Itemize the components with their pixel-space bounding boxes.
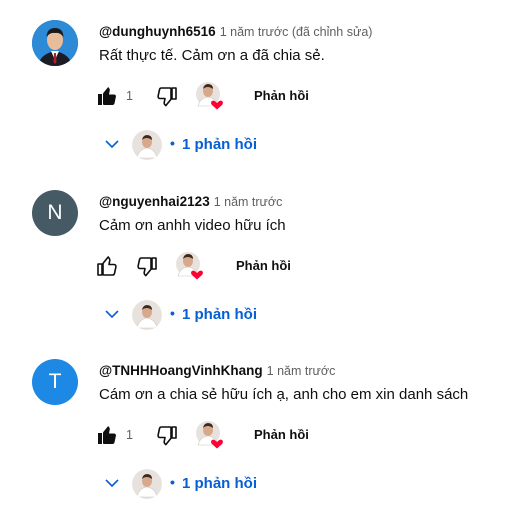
avatar-letter: N xyxy=(47,201,63,224)
separator-dot: • xyxy=(170,305,175,321)
dislike-button[interactable] xyxy=(135,254,159,278)
comment-actions: 1 Phản hồi xyxy=(95,420,355,450)
comment-header: @TNHHHoangVinhKhang 1 năm trước xyxy=(99,362,335,380)
like-count: 1 xyxy=(126,428,133,442)
heart-icon xyxy=(191,270,203,280)
thumb-down-icon xyxy=(157,426,177,446)
comment-actions: 1 Phản hồi xyxy=(95,81,355,111)
view-replies-button[interactable]: • 1 phản hồi xyxy=(104,130,304,162)
reply-button[interactable]: Phản hồi xyxy=(254,427,309,442)
dislike-button[interactable] xyxy=(155,423,179,447)
chevron-down-icon xyxy=(105,310,119,319)
view-replies-button[interactable]: • 1 phản hồi xyxy=(104,300,304,332)
comment-author[interactable]: @TNHHHoangVinhKhang xyxy=(99,363,263,378)
creator-heart-badge xyxy=(175,251,205,281)
dislike-button[interactable] xyxy=(155,84,179,108)
reply-button[interactable]: Phản hồi xyxy=(236,258,291,273)
comment-time[interactable]: 1 năm trước (đã chỉnh sửa) xyxy=(220,25,373,39)
thumb-up-icon xyxy=(98,426,116,444)
thumb-up-icon xyxy=(97,256,117,276)
comment-header: @nguyenhai2123 1 năm trước xyxy=(99,193,282,211)
avatar-letter: T xyxy=(48,370,62,393)
avatar[interactable] xyxy=(32,20,78,66)
comment-author[interactable]: @dunghuynh6516 xyxy=(99,24,216,39)
heart-icon xyxy=(211,100,223,110)
replies-count[interactable]: 1 phản hồi xyxy=(182,136,257,153)
comment-header: @dunghuynh6516 1 năm trước (đã chỉnh sửa) xyxy=(99,23,372,41)
chevron-down-icon xyxy=(105,479,119,488)
creator-heart-badge xyxy=(195,420,225,450)
comment-text: Rất thực tế. Cảm ơn a đã chia sẻ. xyxy=(99,47,325,64)
separator-dot: • xyxy=(170,135,175,151)
chevron-down-icon xyxy=(105,140,119,149)
thumb-up-icon xyxy=(98,87,116,105)
separator-dot: • xyxy=(170,474,175,490)
avatar[interactable]: N xyxy=(32,190,78,236)
like-button[interactable] xyxy=(95,254,119,278)
creator-heart-badge xyxy=(195,81,225,111)
replies-count[interactable]: 1 phản hồi xyxy=(182,475,257,492)
heart-icon xyxy=(211,439,223,449)
replies-count[interactable]: 1 phản hồi xyxy=(182,306,257,323)
like-button[interactable] xyxy=(95,84,119,108)
thumb-down-icon xyxy=(137,257,157,277)
reply-button[interactable]: Phản hồi xyxy=(254,88,309,103)
creator-avatar xyxy=(132,130,162,160)
view-replies-button[interactable]: • 1 phản hồi xyxy=(104,469,304,501)
like-count: 1 xyxy=(126,89,133,103)
avatar[interactable]: T xyxy=(32,359,78,405)
comment-text: Cám ơn a chia sẻ hữu ích ạ, anh cho em x… xyxy=(99,386,469,403)
like-button[interactable] xyxy=(95,423,119,447)
creator-avatar xyxy=(132,300,162,330)
comment-actions: Phản hồi xyxy=(95,251,355,281)
comment-text: Cảm ơn anhh video hữu ích xyxy=(99,217,286,234)
thumb-down-icon xyxy=(157,87,177,107)
comment-author[interactable]: @nguyenhai2123 xyxy=(99,194,210,209)
comment-time[interactable]: 1 năm trước xyxy=(267,364,336,378)
comment-time[interactable]: 1 năm trước xyxy=(214,195,283,209)
creator-avatar xyxy=(132,469,162,499)
